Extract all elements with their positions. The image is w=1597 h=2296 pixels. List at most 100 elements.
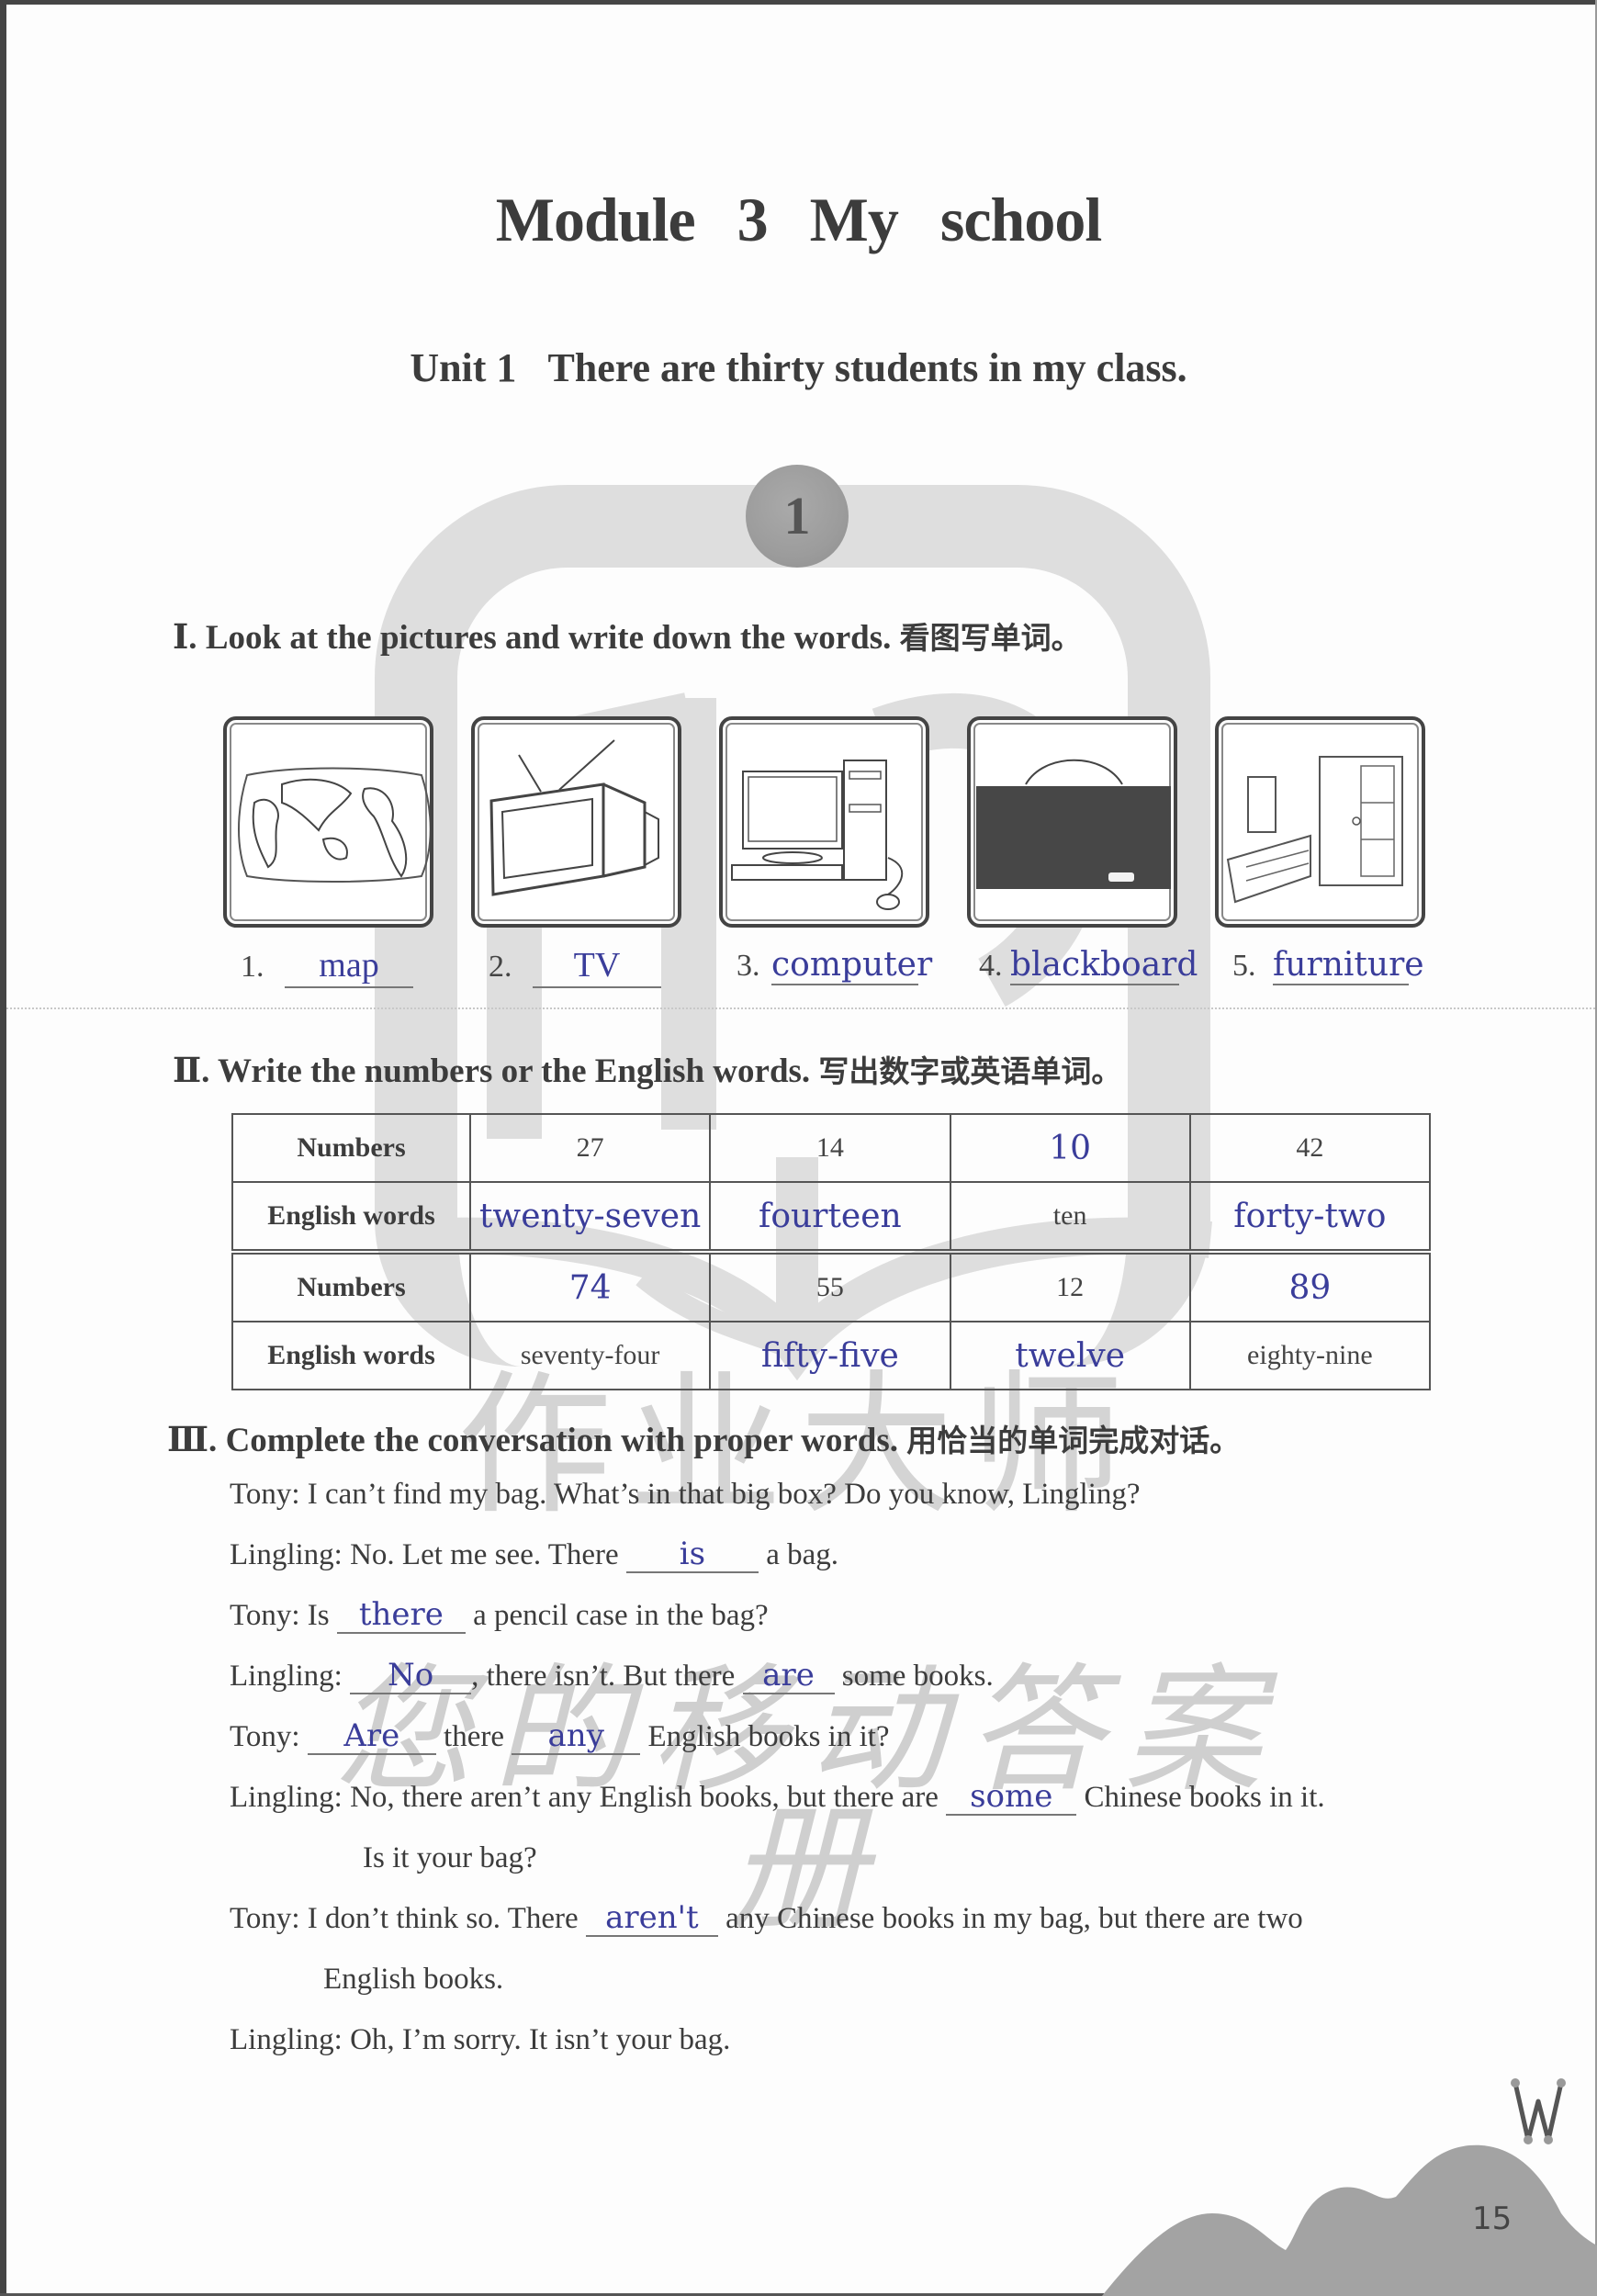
dialogue-blank-answer: are [742,1659,835,1694]
table-cell: 27 [468,1113,712,1183]
dialogue-text: Is it your bag? [363,1841,537,1874]
picture-label-4-number: 4. [979,949,1003,983]
dialogue-text: English books in it? [640,1720,890,1753]
dialogue-text: there [435,1720,512,1753]
answer-tv: TV [533,946,661,988]
answer-computer: computer [771,946,932,986]
corner-letter-w-icon [1511,2078,1566,2144]
row-header-numbers: Numbers [231,1113,471,1183]
table-cell-answer: twelve [949,1321,1191,1390]
table-cell: 42 [1188,1113,1432,1183]
dialogue-blank-answer: is [625,1537,759,1573]
unit-title: Unit 1 There are thirty students in my cl… [0,344,1597,391]
table-cell: eighty-nine [1188,1321,1432,1390]
bedroom-furniture-icon [1226,756,1403,904]
decorative-hills [1102,2144,1597,2296]
table-cell: 12 [949,1249,1191,1322]
row-header-numbers: Numbers [231,1249,471,1322]
table-cell-answer: twenty-seven [468,1181,712,1253]
picture-label-1: 1. map [241,946,413,988]
picture-label-3-number: 3. [737,949,760,983]
table-cell-answer: fourteen [709,1181,951,1253]
unit-label: Unit 1 [410,345,517,390]
table-row-words-2: English words seventy-four fifty-five tw… [231,1321,1432,1390]
dialogue-text: Tony: [230,1720,308,1753]
dialogue-blank-answer: there [336,1598,466,1634]
table-cell-answer: fifty-five [709,1321,951,1390]
section-3-heading: Ⅲ. Complete the conversation with proper… [167,1416,1240,1460]
table-row-words-1: English words twenty-seven fourteen ten … [231,1181,1432,1253]
picture-box-computer [719,716,929,928]
picture-label-5-number: 5. [1232,949,1256,983]
answer-furniture: furniture [1273,946,1424,986]
world-map-icon [238,767,430,883]
module-title: Module 3 My school [495,185,1102,254]
dialogue-text: some books. [834,1660,994,1693]
dialogue-text: Tony: Is [230,1599,337,1632]
picture-box-map [223,716,433,928]
table-row-numbers-1: Numbers 27 14 10 42 [231,1113,1432,1183]
answer-blackboard: blackboard [1010,946,1198,986]
table-row-numbers-2: Numbers 74 55 12 89 [231,1249,1432,1322]
unit-heading: There are thirty students in my class. [547,345,1187,390]
dialogue-text: Tony: I can’t find my bag. What’s in tha… [230,1478,1141,1511]
row-header-words: English words [231,1321,471,1390]
section-1-instruction: Look at the pictures and write down the … [205,619,892,657]
dialogue-text: any Chinese books in my bag, but there a… [717,1902,1303,1935]
dialogue-line: Tony: I don’t think so. There aren't any… [230,1901,1303,1938]
dialogue-line: Is it your bag? [363,1840,537,1877]
table-cell-answer: forty-two [1188,1181,1432,1253]
section-1-instruction-cn: 看图写单词。 [899,620,1082,656]
picture-label-5: 5. furniture [1232,946,1424,986]
desktop-computer-icon [731,760,904,910]
section-2-instruction: Write the numbers or the English words. [218,1052,811,1090]
row-header-words: English words [231,1181,471,1253]
dialogue-text: a pencil case in the bag? [465,1599,769,1632]
television-icon [489,739,659,896]
section-3-instruction-cn: 用恰当的单词完成对话。 [906,1423,1241,1458]
dialogue-line: Lingling: Oh, I’m sorry. It isn’t your b… [230,2022,730,2059]
picture-label-1-number: 1. [241,950,264,984]
dialogue-line: Lingling: No, there isn’t. But there are… [230,1659,994,1695]
picture-label-2-number: 2. [489,950,512,984]
dialogue-blank-answer: aren't [585,1901,718,1937]
dialogue-text: Lingling: No, there aren’t any English b… [230,1781,947,1814]
dialogue-text: Lingling: No. Let me see. There [230,1538,626,1571]
picture-label-2: 2. TV [489,946,661,988]
dialogue-blank-answer: some [946,1780,1077,1816]
table-cell-answer: 89 [1188,1249,1432,1322]
lesson-badge: 1 [746,465,849,568]
section-1-heading: Ⅰ. Look at the pictures and write down t… [173,613,1082,658]
page-number: 15 [1472,2200,1513,2237]
dialogue-text: Lingling: Oh, I’m sorry. It isn’t your b… [230,2023,731,2056]
blackboard-icon [976,759,1171,889]
picture-label-4: 4. blackboard [979,946,1198,986]
dialogue-text: a bag. [758,1538,838,1571]
section-2-heading: Ⅱ. Write the numbers or the English word… [173,1047,1121,1091]
section-2-numeral: Ⅱ. [173,1052,210,1090]
dialogue-text: Chinese books in it. [1076,1781,1325,1814]
section-1-numeral: Ⅰ. [173,619,197,657]
table-cell-answer: 10 [949,1113,1191,1183]
section-2-instruction-cn: 写出数字或英语单词。 [818,1053,1122,1089]
picture-box-blackboard [967,716,1177,928]
table-cell-answer: 74 [468,1249,712,1322]
picture-box-tv [471,716,681,928]
dialogue-blank-answer: any [512,1719,641,1755]
table-cell: seventy-four [468,1321,712,1390]
numbers-table: Numbers 27 14 10 42 English words twenty… [231,1113,1432,1390]
dialogue-line: Lingling: No. Let me see. There is a bag… [230,1537,838,1574]
table-cell: 14 [709,1113,951,1183]
dialogue-text: English books. [323,1963,504,1996]
answer-map: map [285,946,413,988]
table-cell: ten [949,1181,1191,1253]
page-fold-line [6,1007,1595,1009]
dialogue-text: Lingling: [230,1660,351,1693]
table-cell: 55 [709,1249,951,1322]
dialogue-blank-answer: No [350,1659,472,1694]
picture-label-3: 3. computer [737,946,932,986]
picture-box-furniture [1215,716,1425,928]
dialogue-blank-answer: Are [307,1719,436,1755]
dialogue-text: , there isn’t. But there [471,1660,743,1693]
dialogue-text: Tony: I don’t think so. There [230,1902,586,1935]
